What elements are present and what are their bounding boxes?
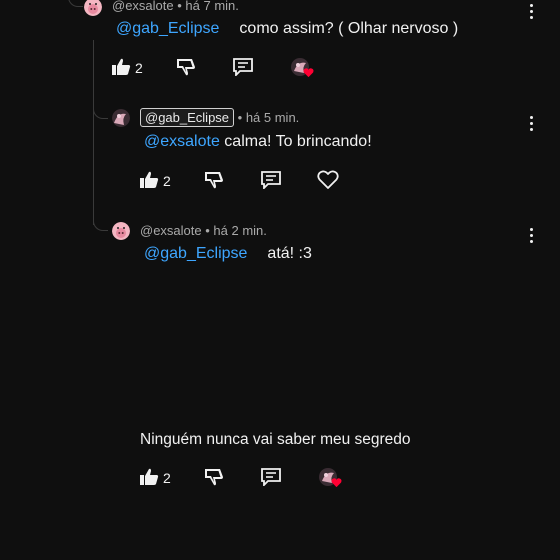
creator-heart (318, 467, 342, 489)
avatar[interactable] (84, 0, 102, 16)
comment-meta: @gab_Eclipse • há 5 min. (140, 108, 300, 127)
more-button[interactable] (530, 228, 534, 246)
comment-text: @gab_Eclipse atá! :3 (144, 245, 312, 263)
comment-time: • há 2 min. (205, 223, 267, 238)
thumbs-down-icon[interactable] (204, 171, 224, 189)
reply-icon[interactable] (233, 58, 253, 76)
thumbs-down-icon[interactable] (176, 58, 196, 76)
avatar[interactable] (112, 222, 130, 240)
comment-body: Ninguém nunca vai saber meu segredo (140, 431, 411, 448)
like-count: 2 (135, 60, 143, 76)
thread-connector (68, 0, 83, 7)
reply-icon[interactable] (261, 468, 281, 486)
mention-link[interactable]: @gab_Eclipse (116, 20, 219, 37)
comment-text: Ninguém nunca vai saber meu segredo (140, 431, 411, 449)
mention-link[interactable]: @gab_Eclipse (144, 245, 247, 262)
author-handle[interactable]: @exsalote (112, 0, 174, 13)
thumbs-up-icon[interactable] (139, 468, 159, 486)
thumbs-down-icon[interactable] (204, 468, 224, 486)
heart-icon (331, 478, 342, 488)
comment-body: como assim? ( Olhar nervoso ) (239, 20, 459, 37)
like-count: 2 (163, 470, 171, 486)
comment-meta: @exsalote • há 7 min. (112, 0, 239, 13)
comment-body: calma! To brincando! (224, 133, 372, 150)
mention-link[interactable]: @exsalote (144, 133, 220, 150)
reply-icon[interactable] (261, 171, 281, 189)
creator-heart (290, 57, 314, 79)
more-vertical-icon (530, 228, 533, 231)
more-button[interactable] (530, 116, 534, 134)
thread-line (93, 40, 94, 225)
heart-icon[interactable] (317, 170, 339, 190)
author-handle[interactable]: @exsalote (140, 223, 202, 238)
comment-time: • há 7 min. (177, 0, 239, 13)
comment-meta: @exsalote • há 2 min. (140, 223, 267, 238)
comment-text: @exsalote calma! To brincando! (144, 133, 372, 151)
more-vertical-icon (530, 4, 533, 7)
anime-avatar-icon (112, 109, 130, 127)
more-vertical-icon (530, 116, 533, 119)
pig-avatar-icon (84, 0, 102, 16)
comment-time: • há 5 min. (237, 110, 300, 125)
thread-connector (93, 216, 108, 231)
comment-body: atá! :3 (267, 245, 312, 262)
thumbs-up-icon[interactable] (139, 171, 159, 189)
pig-avatar-icon (112, 222, 130, 240)
more-button[interactable] (530, 4, 534, 22)
like-count: 2 (163, 173, 171, 189)
comment-text: @gab_Eclipse como assim? ( Olhar nervoso … (116, 20, 458, 38)
heart-icon (303, 68, 314, 78)
thread-connector (93, 104, 108, 119)
thumbs-up-icon[interactable] (111, 58, 131, 76)
author-handle[interactable]: @gab_Eclipse (140, 108, 235, 127)
avatar[interactable] (112, 109, 130, 127)
